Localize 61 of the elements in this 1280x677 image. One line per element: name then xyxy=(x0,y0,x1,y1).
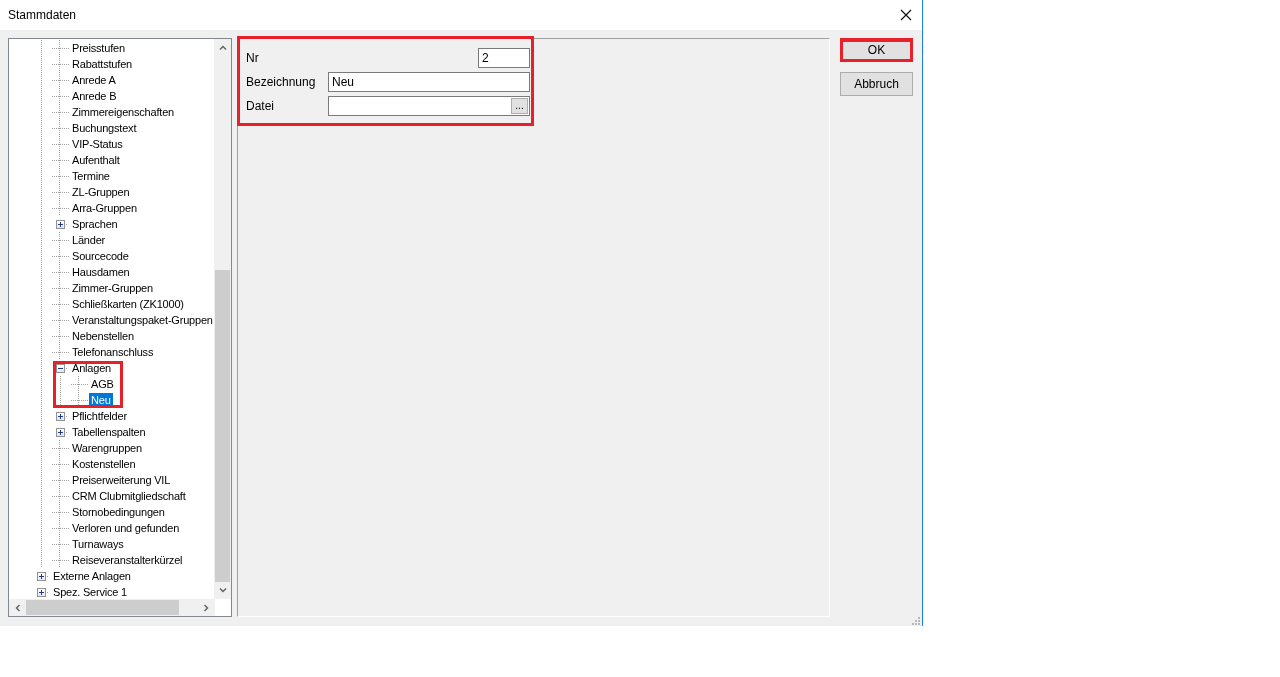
tree-item[interactable]: Kostenstellen xyxy=(70,456,138,472)
tree-item[interactable]: Anrede A xyxy=(70,72,118,88)
expand-toggle[interactable] xyxy=(37,572,46,581)
tree-item[interactable]: Sourcecode xyxy=(70,248,131,264)
tree-item[interactable]: Zimmereigenschaften xyxy=(70,104,176,120)
input-field[interactable]: 2 xyxy=(478,48,530,68)
tree-item[interactable]: Anrede B xyxy=(70,88,119,104)
horizontal-scrollbar[interactable] xyxy=(9,599,215,616)
tree-item[interactable]: Verloren und gefunden xyxy=(70,520,182,536)
tree-item[interactable]: Anlagen xyxy=(70,360,113,376)
field-label: Nr xyxy=(246,51,260,65)
tree-item[interactable]: Tabellenspalten xyxy=(70,424,148,440)
tree-item[interactable]: Sprachen xyxy=(70,216,120,232)
tree-item[interactable]: Länder xyxy=(70,232,108,248)
tree-item[interactable]: Spez. Service 1 xyxy=(51,584,130,600)
vertical-scrollbar[interactable] xyxy=(214,39,231,599)
expand-toggle[interactable] xyxy=(56,412,65,421)
expand-toggle[interactable] xyxy=(56,428,65,437)
input-field[interactable]: Neu xyxy=(328,72,530,92)
tree-item[interactable]: Zimmer-Gruppen xyxy=(70,280,155,296)
tree-item[interactable]: Telefonanschluss xyxy=(70,344,156,360)
expand-toggle[interactable] xyxy=(56,220,65,229)
scrollbar-thumb[interactable] xyxy=(26,600,179,615)
close-icon[interactable] xyxy=(900,9,912,21)
scroll-right-icon[interactable] xyxy=(204,603,209,612)
tree-item[interactable]: Stornobedingungen xyxy=(70,504,167,520)
scroll-up-icon[interactable] xyxy=(218,45,227,50)
expand-toggle[interactable] xyxy=(37,588,46,597)
field-label: Datei xyxy=(246,99,275,113)
scrollbar-thumb[interactable] xyxy=(215,270,230,582)
file-field[interactable]: ... xyxy=(328,96,530,116)
dialog-button[interactable]: Abbruch xyxy=(840,72,913,96)
tree-item[interactable]: Arra-Gruppen xyxy=(70,200,139,216)
tree-item[interactable]: Pflichtfelder xyxy=(70,408,129,424)
tree-item[interactable]: Hausdamen xyxy=(70,264,132,280)
highlight-frame xyxy=(53,361,123,408)
tree-item[interactable]: Reiseveranstalterkürzel xyxy=(70,552,185,568)
tree-item[interactable]: Nebenstellen xyxy=(70,328,136,344)
tree-item[interactable]: VIP-Status xyxy=(70,136,125,152)
tree-item[interactable]: Rabattstufen xyxy=(70,56,134,72)
scroll-left-icon[interactable] xyxy=(15,603,20,612)
tree-item[interactable]: Buchungstext xyxy=(70,120,139,136)
tree-item[interactable]: CRM Clubmitgliedschaft xyxy=(70,488,188,504)
tree-item[interactable]: Externe Anlagen xyxy=(51,568,133,584)
scroll-down-icon[interactable] xyxy=(218,588,227,593)
tree-item[interactable]: Preisstufen xyxy=(70,40,127,56)
expand-toggle[interactable] xyxy=(56,364,65,373)
tree-item[interactable]: Veranstaltungspaket-Gruppen xyxy=(70,312,215,328)
tree-item[interactable]: ZL-Gruppen xyxy=(70,184,132,200)
tree-item[interactable]: AGB xyxy=(89,376,116,392)
field-label: Bezeichnung xyxy=(246,75,317,89)
tree-item[interactable]: Schließkarten (ZK1000) xyxy=(70,296,186,312)
tree-item[interactable]: Warengruppen xyxy=(70,440,144,456)
tree-item[interactable]: Aufenthalt xyxy=(70,152,122,168)
tree-item[interactable]: Termine xyxy=(70,168,112,184)
dialog-button[interactable]: OK xyxy=(840,38,913,62)
resize-grip-icon[interactable] xyxy=(912,617,920,625)
browse-button[interactable]: ... xyxy=(511,98,528,114)
tree-item[interactable]: Preiserweiterung VIL xyxy=(70,472,173,488)
tree-item[interactable]: Turnaways xyxy=(70,536,126,552)
window-title: Stammdaten xyxy=(8,8,77,22)
